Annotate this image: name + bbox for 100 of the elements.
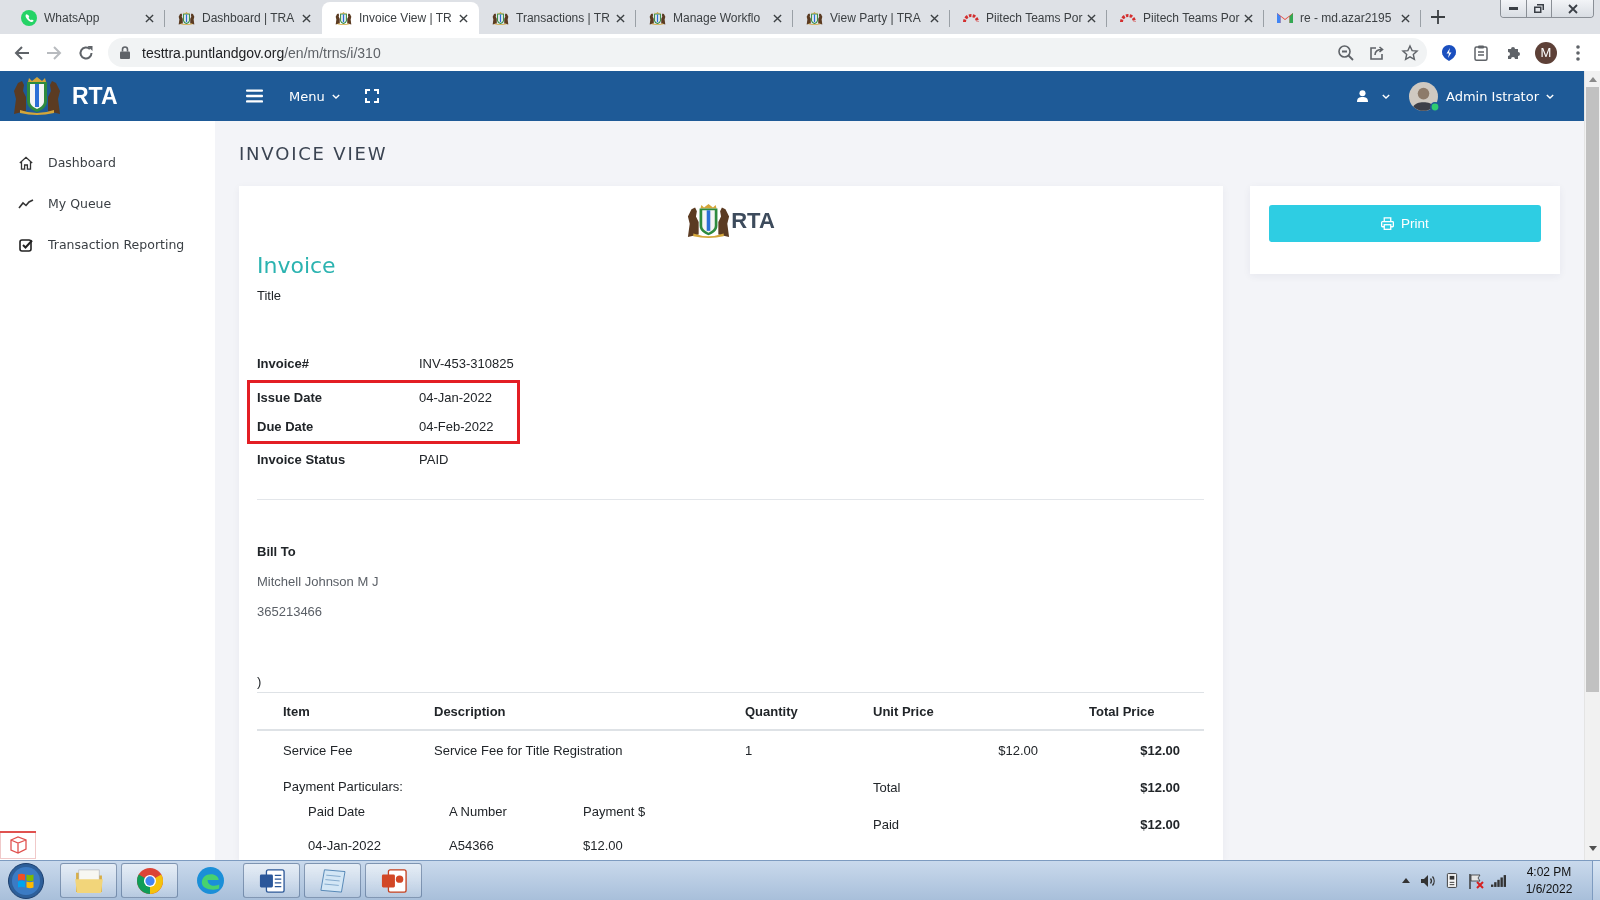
reload-icon[interactable] [78, 44, 94, 61]
envelope-icon [1277, 13, 1293, 23]
field-label: Due Date [257, 419, 314, 434]
puzzle-icon[interactable] [1506, 46, 1520, 59]
taskbar-button[interactable] [121, 863, 178, 898]
trend-line-icon [18, 198, 34, 209]
avatar[interactable] [1409, 81, 1438, 111]
total-value: $12.00 [1140, 817, 1180, 832]
field-label: Invoice# [257, 355, 310, 371]
browser-tab[interactable]: WhatsApp [8, 2, 165, 34]
table-cell: $12.00 [583, 838, 623, 853]
scroll-up-icon[interactable] [1588, 77, 1597, 82]
column-header: Total Price [1089, 703, 1155, 719]
table-cell: Service Fee for Title Registration [434, 742, 623, 758]
field-value: INV-453-310825 [419, 355, 514, 371]
column-header: Quantity [745, 703, 798, 719]
close-icon[interactable] [1087, 13, 1096, 23]
notepad-icon [319, 868, 346, 893]
field-label: Issue Date [257, 390, 323, 405]
browser-tab[interactable]: Dashboard | TRA [165, 2, 322, 34]
lock-icon[interactable] [120, 46, 130, 59]
fullscreen-icon[interactable] [364, 89, 379, 103]
scroll-down-icon[interactable] [1588, 846, 1597, 851]
close-icon[interactable] [930, 13, 939, 23]
restore-button[interactable] [1526, 0, 1551, 17]
folder-icon [74, 868, 103, 893]
clipboard-icon[interactable] [1474, 44, 1488, 61]
flag-icon[interactable] [1468, 872, 1484, 889]
chat-bubble-icon [21, 10, 37, 26]
browser-tab[interactable]: re - md.azar2195 [1264, 2, 1421, 34]
browser-tab[interactable]: Transactions | TR [479, 2, 636, 34]
close-icon[interactable] [1401, 13, 1410, 23]
ring-logo-icon [136, 867, 163, 894]
field-value: PAID [419, 451, 449, 467]
minimize-button[interactable] [1501, 0, 1526, 17]
start-orb-icon[interactable] [8, 862, 44, 899]
back-arrow-icon[interactable] [14, 44, 30, 61]
home-icon [19, 155, 33, 170]
invoice-heading: Invoice [257, 252, 336, 280]
person-icon[interactable] [1357, 90, 1368, 102]
column-header: Description [434, 703, 506, 719]
cube-logo-icon[interactable] [0, 831, 36, 859]
menu-icon[interactable] [246, 89, 263, 103]
taskbar-button[interactable] [365, 863, 422, 898]
browser-tab[interactable]: View Party | TRA [793, 2, 950, 34]
sidebar-item[interactable]: Dashboard [0, 142, 215, 183]
crest-icon [335, 11, 352, 25]
column-header: A Number [449, 804, 507, 819]
share-icon[interactable] [1369, 44, 1385, 61]
browser-tab[interactable]: Manage Workflo [636, 2, 793, 34]
close-icon[interactable] [773, 13, 782, 23]
close-icon[interactable] [145, 13, 154, 23]
field-label: Invoice Status [257, 451, 346, 467]
close-icon[interactable] [302, 13, 311, 23]
caret-up-icon[interactable] [1402, 878, 1410, 883]
table-cell: $12.00 [998, 742, 1038, 758]
arch-icon [963, 14, 979, 22]
profile-button[interactable]: M [1535, 41, 1557, 64]
close-icon[interactable] [459, 13, 468, 23]
speaker-icon[interactable] [1420, 873, 1436, 888]
total-value: $12.00 [1140, 780, 1180, 795]
browser-tab[interactable]: Piitech Teams Por [950, 2, 1107, 34]
chevron-down-icon[interactable] [1382, 93, 1390, 99]
browser-tab[interactable]: Piitech Teams Por [1107, 2, 1264, 34]
column-header: Payment $ [583, 804, 646, 819]
menu-button[interactable]: Menu [289, 88, 340, 104]
column-header: Unit Price [873, 703, 934, 719]
plus-icon[interactable] [1431, 10, 1445, 24]
sidebar-item[interactable]: Transaction Reporting [0, 224, 215, 265]
table-cell: $12.00 [1140, 742, 1180, 758]
total-label: Total [873, 780, 901, 795]
table-cell: 04-Jan-2022 [308, 838, 381, 853]
total-label: Paid [873, 817, 900, 832]
device-icon[interactable] [1446, 873, 1458, 888]
clock-date[interactable]: 1/6/2022 [1525, 880, 1573, 898]
close-icon[interactable] [1244, 13, 1253, 23]
address-bar[interactable]: testtra.puntlandgov.org/en/m/trns/i/310 [108, 38, 1427, 67]
scrollbar-thumb[interactable] [1586, 87, 1599, 692]
restore-icon [1534, 4, 1544, 13]
clock-time[interactable]: 4:02 PM [1526, 863, 1572, 881]
bill-to-line: Mitchell Johnson M J [257, 573, 379, 591]
taskbar-button[interactable] [243, 863, 300, 898]
field-value: 04-Feb-2022 [419, 419, 494, 434]
browser-tab[interactable]: Invoice View | TR [322, 2, 479, 34]
table-cell: Service Fee [283, 742, 353, 758]
signal-bars-icon[interactable] [1491, 874, 1506, 887]
sidebar-item[interactable]: My Queue [0, 183, 215, 224]
payment-heading: Payment Particulars: [283, 778, 403, 796]
crest-icon [806, 11, 823, 25]
invoice-subtitle: Title [257, 287, 282, 305]
close-icon [1567, 4, 1578, 13]
close-icon[interactable] [616, 13, 625, 23]
note-text: ) [257, 673, 262, 691]
user-menu-button[interactable]: Admin Istrator [1446, 88, 1554, 104]
more-icon[interactable] [1576, 44, 1580, 61]
close-button[interactable] [1551, 0, 1593, 17]
star-icon[interactable] [1402, 44, 1418, 61]
arch-icon [1120, 14, 1136, 22]
bolt-shield-icon[interactable] [1442, 44, 1456, 61]
zoom-out-icon[interactable] [1338, 44, 1354, 61]
